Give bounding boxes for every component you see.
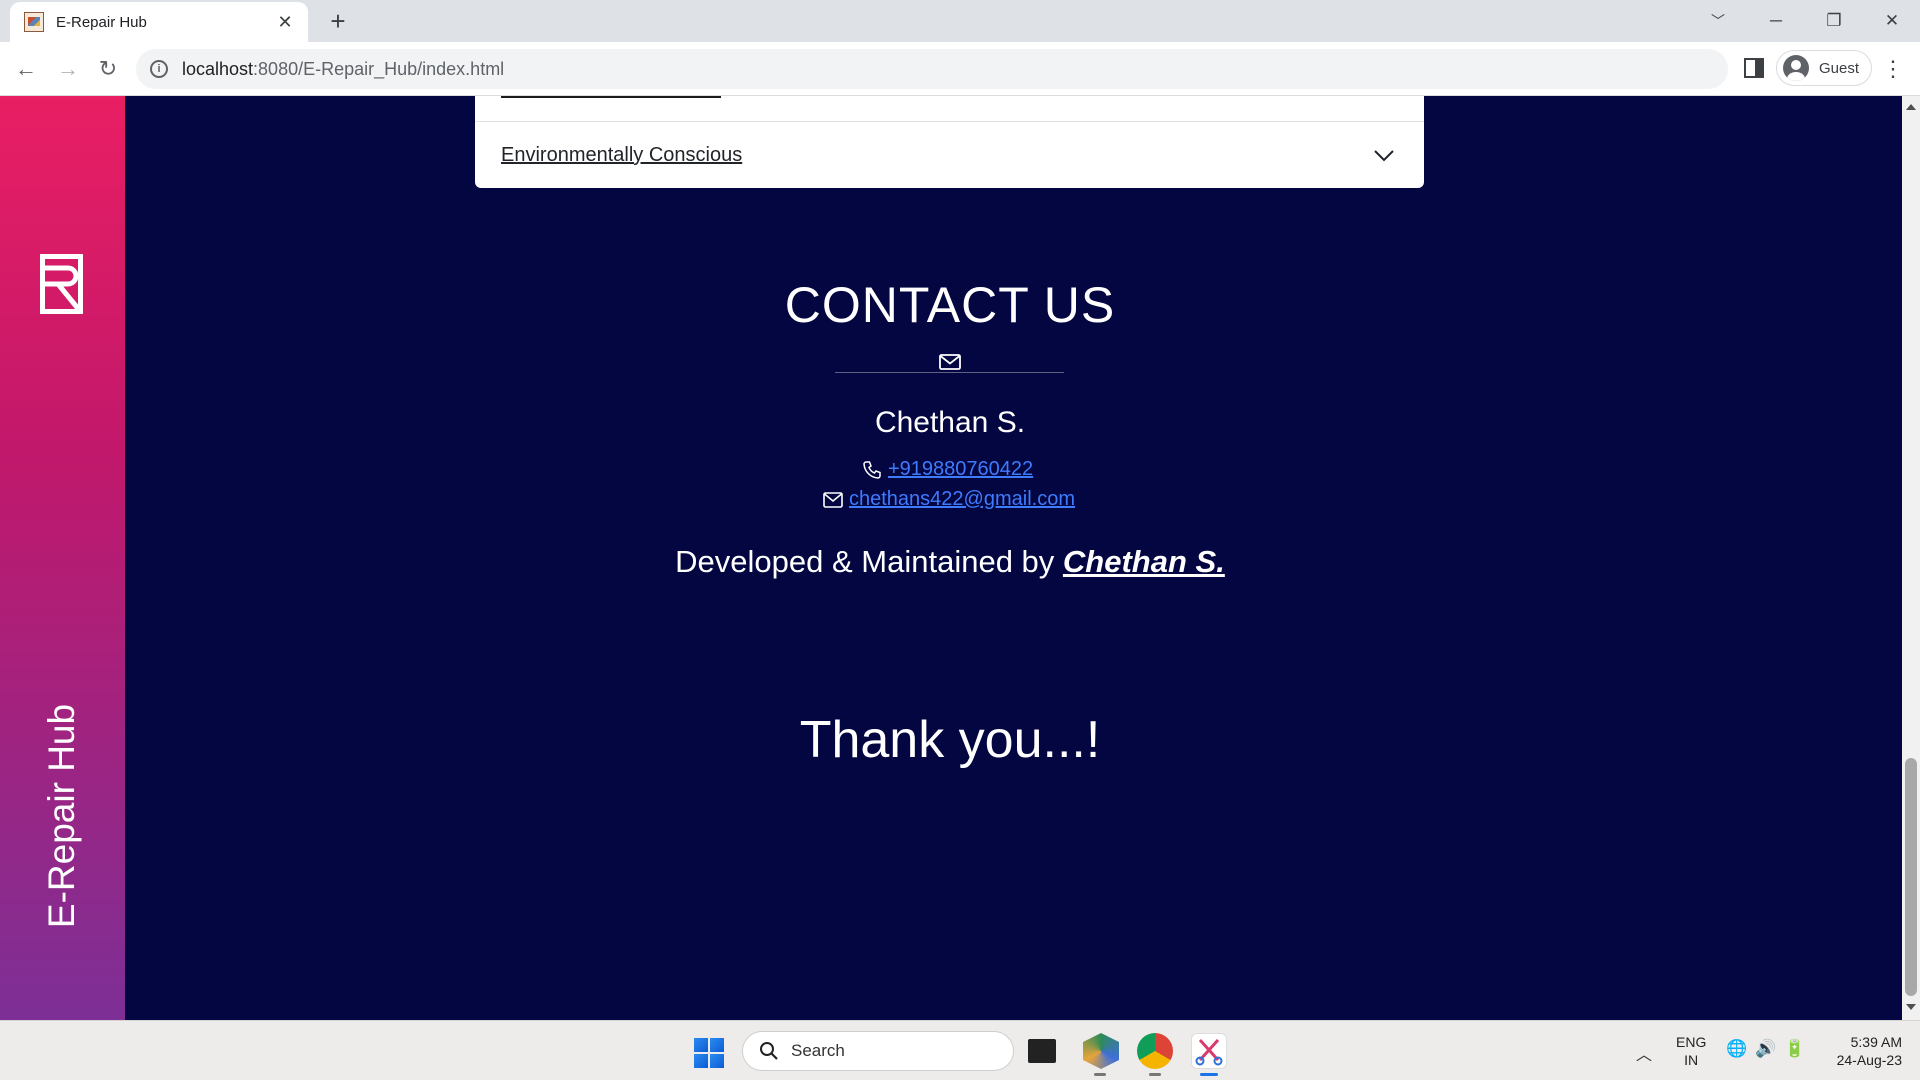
accordion-divider bbox=[475, 121, 1424, 122]
browser-tab-strip: E-Repair Hub ✕ + ﹀ ─ ❐ ✕ bbox=[0, 0, 1920, 42]
tab-title: E-Repair Hub bbox=[56, 13, 147, 31]
close-window-button[interactable]: ✕ bbox=[1864, 0, 1920, 42]
address-url[interactable]: localhost:8080/E-Repair_Hub/index.html bbox=[182, 59, 504, 80]
battery-icon[interactable]: 🔋 bbox=[1784, 1039, 1805, 1059]
scrollbar-thumb[interactable] bbox=[1905, 758, 1917, 996]
contact-heading: CONTACT US bbox=[784, 277, 1116, 333]
phone-icon bbox=[863, 460, 881, 479]
app-running-indicator bbox=[1094, 1073, 1106, 1076]
close-tab-icon[interactable]: ✕ bbox=[274, 12, 296, 33]
credit-prefix: Developed & Maintained by bbox=[675, 544, 1063, 579]
tab-search-icon[interactable]: ﹀ bbox=[1690, 0, 1746, 42]
phone-link[interactable]: +919880760422 bbox=[888, 458, 1033, 481]
scroll-down-arrow-icon[interactable] bbox=[1906, 1004, 1916, 1010]
minimize-window-button[interactable]: ─ bbox=[1748, 0, 1804, 42]
system-tray[interactable]: 🌐 🔊 🔋 bbox=[1726, 1039, 1806, 1059]
lang-line-1: ENG bbox=[1676, 1034, 1707, 1050]
site-info-icon[interactable]: i bbox=[150, 60, 168, 78]
credit-author-link[interactable]: Chethan S. bbox=[1063, 544, 1225, 579]
profile-label: Guest bbox=[1819, 59, 1860, 77]
scissors-icon bbox=[1195, 1038, 1223, 1066]
email-row: chethans422@gmail.com bbox=[823, 488, 1075, 511]
scroll-up-arrow-icon[interactable] bbox=[1906, 104, 1916, 110]
input-language-indicator[interactable]: ENG IN bbox=[1676, 1033, 1706, 1069]
email-link[interactable]: chethans422@gmail.com bbox=[849, 488, 1075, 511]
sidebar: E-Repair Hub bbox=[0, 96, 125, 1020]
browser-menu-icon[interactable]: ⋮ bbox=[1880, 54, 1906, 84]
chevron-down-icon[interactable] bbox=[1373, 144, 1395, 166]
taskbar: Search ︿ ENG IN 🌐 🔊 🔋 5:39 AM 24-Aug-23 bbox=[0, 1020, 1920, 1080]
back-button[interactable]: ← bbox=[10, 53, 42, 85]
credit-line: Developed & Maintained by Chethan S. bbox=[125, 544, 1775, 580]
clock-time: 5:39 AM bbox=[1850, 1034, 1902, 1050]
url-path: :8080/E-Repair_Hub/index.html bbox=[253, 58, 505, 79]
page-viewport: E-Repair Hub Environmentally Conscious C… bbox=[0, 96, 1920, 1020]
thank-you-text: Thank you...! bbox=[799, 711, 1101, 769]
snipping-tool-active-indicator bbox=[1200, 1073, 1218, 1076]
phone-row: +919880760422 bbox=[862, 458, 1033, 481]
volume-icon[interactable]: 🔊 bbox=[1755, 1039, 1776, 1059]
url-host: localhost bbox=[182, 58, 254, 79]
forward-button[interactable]: → bbox=[52, 53, 84, 85]
email-icon bbox=[823, 491, 843, 508]
sidebar-brand-text: E-Repair Hub bbox=[41, 703, 82, 929]
chrome-running-indicator bbox=[1149, 1073, 1161, 1076]
address-bar[interactable]: i localhost:8080/E-Repair_Hub/index.html bbox=[136, 49, 1728, 89]
task-view-icon[interactable] bbox=[1028, 1039, 1056, 1063]
windows-start-icon[interactable] bbox=[694, 1038, 724, 1068]
browser-toolbar: ← → ↻ i localhost:8080/E-Repair_Hub/inde… bbox=[0, 42, 1920, 96]
snipping-tool-icon[interactable] bbox=[1191, 1033, 1227, 1069]
profile-button[interactable]: Guest bbox=[1776, 50, 1872, 86]
brand-logo-icon bbox=[40, 254, 83, 314]
lang-line-2: IN bbox=[1684, 1052, 1699, 1068]
accordion: Environmentally Conscious bbox=[475, 96, 1424, 188]
reload-button[interactable]: ↻ bbox=[92, 53, 124, 85]
avatar bbox=[1783, 55, 1809, 81]
page-scrollbar[interactable] bbox=[1902, 96, 1920, 1020]
show-hidden-icons-icon[interactable]: ︿ bbox=[1636, 1041, 1652, 1065]
accordion-previous-underline bbox=[501, 96, 721, 98]
browser-tab[interactable]: E-Repair Hub ✕ bbox=[10, 2, 308, 42]
taskbar-clock[interactable]: 5:39 AM 24-Aug-23 bbox=[1822, 1033, 1902, 1069]
accordion-item-title[interactable]: Environmentally Conscious bbox=[501, 144, 742, 167]
clock-date: 24-Aug-23 bbox=[1836, 1052, 1902, 1068]
search-icon bbox=[760, 1042, 778, 1060]
network-icon[interactable]: 🌐 bbox=[1726, 1039, 1747, 1059]
envelope-icon bbox=[939, 354, 961, 370]
app-hexagon-icon[interactable] bbox=[1083, 1033, 1119, 1069]
restore-window-button[interactable]: ❐ bbox=[1806, 0, 1862, 42]
chrome-icon[interactable] bbox=[1137, 1033, 1173, 1069]
side-panel-icon[interactable] bbox=[1744, 58, 1764, 78]
taskbar-search-label: Search bbox=[791, 1041, 845, 1060]
contact-name: Chethan S. bbox=[874, 406, 1026, 439]
taskbar-search-box[interactable]: Search bbox=[742, 1031, 1014, 1071]
site-favicon-icon bbox=[24, 12, 44, 32]
heading-divider bbox=[835, 372, 1064, 373]
new-tab-button[interactable]: + bbox=[322, 6, 354, 38]
